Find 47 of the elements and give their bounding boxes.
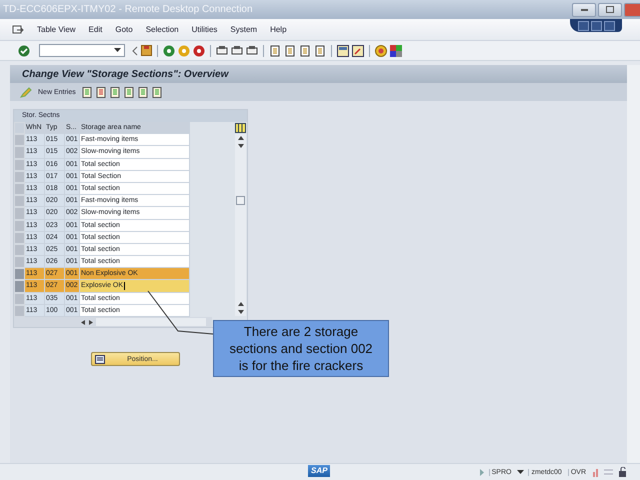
position-icon [95,354,105,364]
floppy-icon[interactable] [141,45,152,56]
maximize-button[interactable] [598,2,622,16]
scroll-thumb[interactable] [236,196,245,205]
chart-icon [592,468,600,476]
menu-item[interactable]: Help [270,25,287,34]
list-icon[interactable] [152,86,163,98]
leader-line [147,290,213,335]
callout-note: There are 2 storage sections and section 002 is for the fire crackers [213,320,389,377]
page-icon[interactable] [269,44,281,56]
minimize-button[interactable] [572,2,596,16]
caret-icon[interactable] [517,470,524,474]
page-icon[interactable] [314,44,326,56]
horizontal-scrollbar[interactable] [14,317,212,327]
window-controls[interactable] [570,19,622,32]
vertical-scrollbar[interactable] [235,134,246,316]
column-settings-icon[interactable] [235,122,246,134]
list-icon[interactable] [124,86,135,98]
caret-icon[interactable] [114,48,121,53]
screen-title: Change View "Storage Sections": Overview [22,68,228,80]
scroll-up-icon[interactable] [236,134,244,142]
window-title: TD-ECC606EPX-ITMY02 - Remote Desktop Connection [3,4,254,15]
scroll-down-icon[interactable] [236,142,244,150]
menu-item[interactable]: Selection [146,25,179,34]
menu-item[interactable]: Utilities [192,25,218,34]
menu-item[interactable]: Edit [88,25,102,34]
scroll-arrows-icon[interactable] [80,318,94,326]
sap-logo: SAP [308,465,330,477]
page-icon[interactable] [284,44,296,56]
scroll-up-icon[interactable] [236,300,244,308]
scroll-down-icon[interactable] [236,308,244,316]
page-icon[interactable] [299,44,311,56]
menu-item[interactable]: Goto [115,25,133,34]
menu-icon[interactable] [12,24,24,34]
back-icon[interactable] [163,44,175,56]
lock-icon[interactable] [618,467,628,477]
list-icon[interactable] [138,86,149,98]
cancel-icon[interactable] [193,44,205,56]
enter-icon[interactable] [18,44,30,56]
window-icon[interactable] [337,44,349,56]
window-icon[interactable] [352,44,364,56]
menu-item[interactable]: Table View [37,25,76,34]
command-field[interactable] [39,44,125,57]
help-icon[interactable] [375,44,387,56]
menu-item[interactable]: System [230,25,258,34]
printer-icon[interactable] [216,45,228,56]
layout-icon[interactable] [390,44,402,56]
